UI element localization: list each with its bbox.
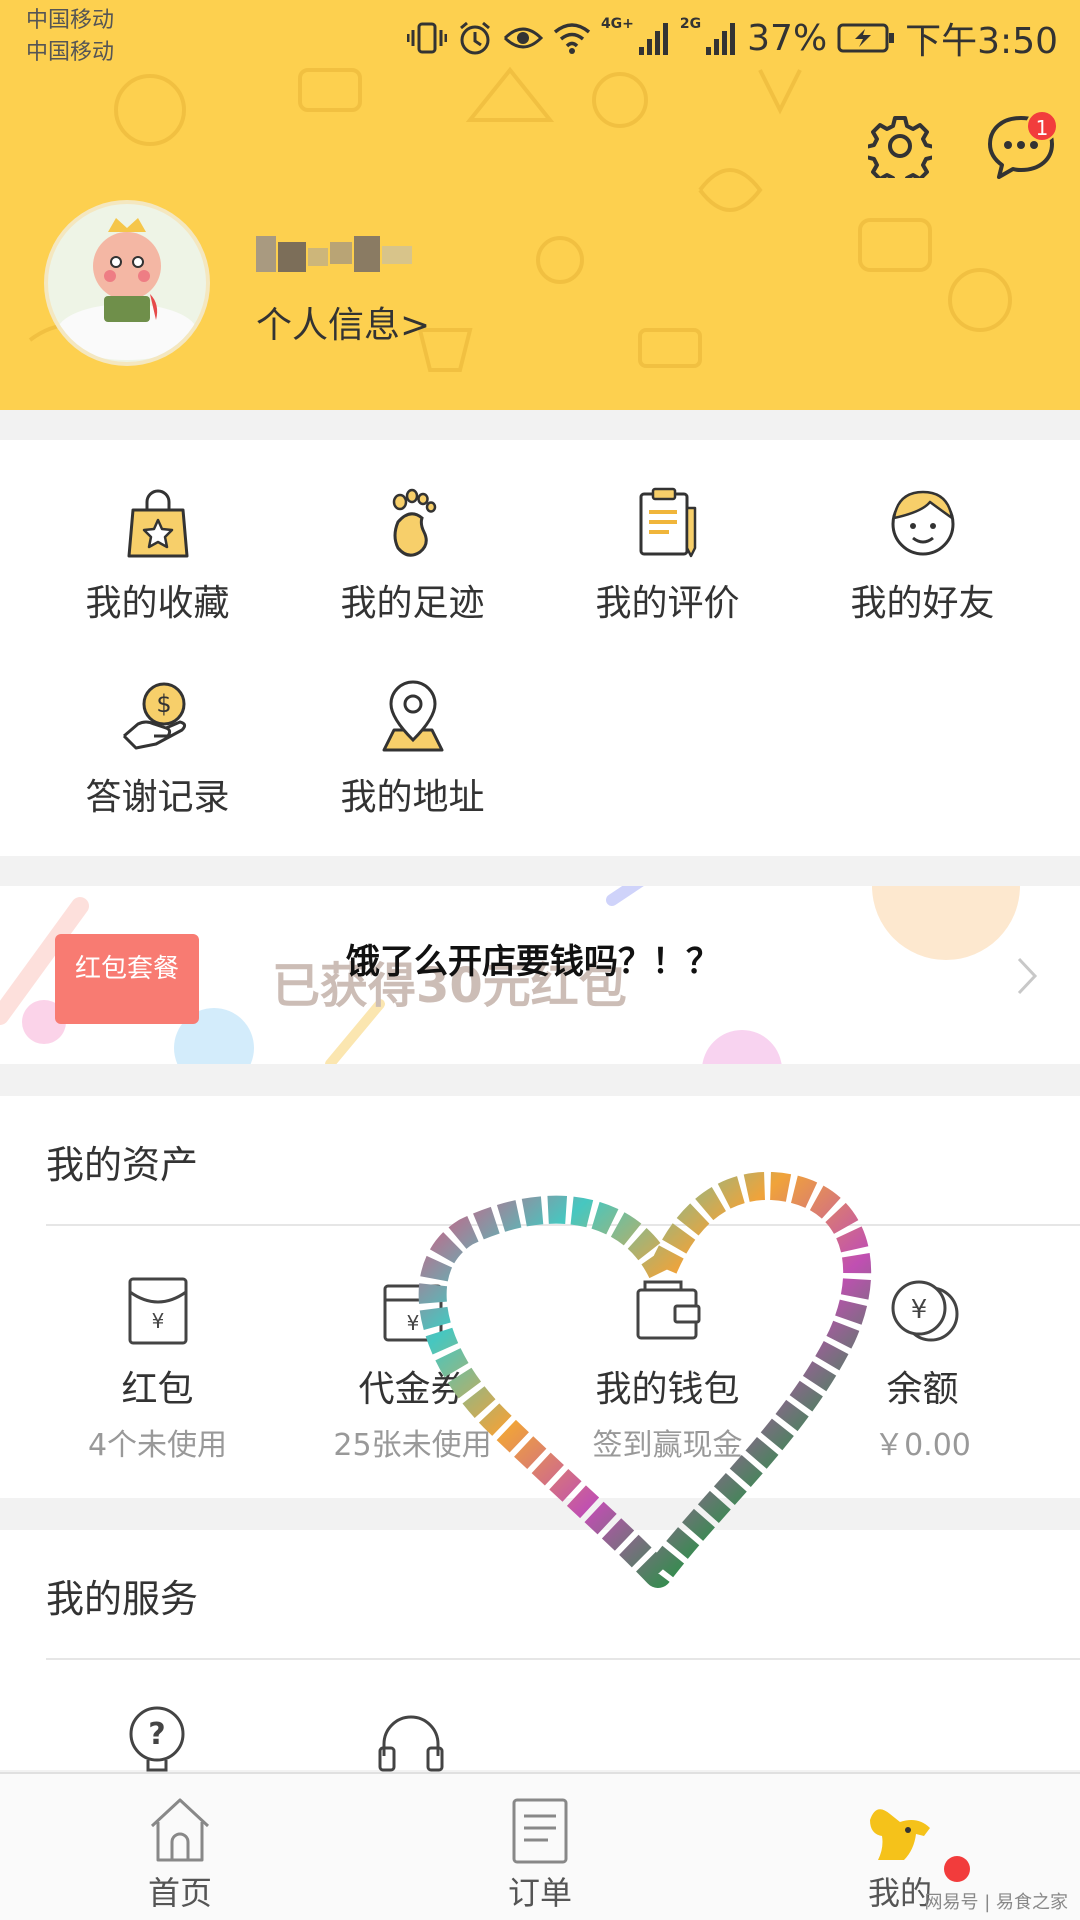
asset-item-red-packet[interactable]: ¥ 红包 4个未使用	[30, 1276, 285, 1464]
tab-home[interactable]: 首页	[80, 1774, 280, 1914]
quick-item-label: 我的好友	[850, 583, 995, 624]
clock: 下午3:50	[905, 21, 1058, 62]
quick-item-favorites[interactable]: 我的收藏	[30, 486, 285, 626]
promo-tag: 红包套餐	[55, 934, 199, 1024]
mascot-icon	[870, 1809, 930, 1860]
network-type-2: 2G	[679, 16, 702, 32]
quick-item-label: 我的收藏	[85, 583, 230, 624]
battery-percent: 37%	[747, 17, 828, 59]
quick-item-label: 我的评价	[595, 583, 740, 624]
services-divider	[46, 1658, 1080, 1660]
carrier-label-2: 中国移动	[26, 40, 115, 65]
vibrate-icon	[406, 22, 447, 54]
heart-overlay-graphic	[418, 1171, 872, 1588]
avatar[interactable]	[44, 200, 210, 366]
location-pin-icon	[382, 680, 443, 752]
red-packet-icon: ¥	[128, 1277, 187, 1345]
overlay-headline: 饿了么开店要钱吗？！？	[346, 942, 720, 982]
quick-item-footprints[interactable]: 我的足迹	[285, 486, 540, 626]
battery-charging-icon	[837, 23, 895, 53]
chevron-right-icon[interactable]	[1016, 956, 1038, 996]
svg-text:¥: ¥	[910, 1295, 927, 1325]
notification-dot	[944, 1856, 970, 1882]
tab-label: 首页	[147, 1874, 212, 1912]
services-section-title: 我的服务	[46, 1577, 199, 1621]
smiley-face-icon	[891, 490, 954, 556]
message-count-badge: 1	[1026, 110, 1058, 142]
profile-info-link[interactable]: 个人信息>	[256, 296, 430, 348]
svg-text:?: ?	[148, 1717, 165, 1752]
wifi-icon	[553, 23, 591, 54]
asset-item-sub: 4个未使用	[87, 1428, 228, 1463]
bag-star-icon	[127, 489, 188, 558]
hand-coin-icon: $	[122, 682, 186, 750]
carrier-label-1: 中国移动	[26, 8, 115, 33]
help-icon[interactable]: ?	[126, 1706, 188, 1772]
avatar-cartoon-image	[57, 218, 197, 360]
status-icons: 4G+ 2G 37% 下午3:50	[406, 14, 1058, 62]
quick-item-friends[interactable]: 我的好友	[795, 486, 1050, 626]
username-mosaic	[256, 236, 412, 272]
bottom-tab-bar: 首页 订单 我的	[0, 1772, 1080, 1920]
quick-item-address[interactable]: 我的地址	[285, 680, 540, 820]
footprint-icon	[392, 488, 436, 557]
alarm-icon	[459, 21, 490, 55]
signal-icon-1	[638, 23, 668, 55]
order-list-icon	[512, 1798, 568, 1864]
home-icon	[150, 1798, 210, 1862]
headset-icon[interactable]	[376, 1710, 446, 1772]
network-type-1: 4G+	[600, 16, 634, 32]
tab-orders[interactable]: 订单	[440, 1774, 640, 1914]
assets-section-title: 我的资产	[46, 1143, 199, 1187]
tab-label: 订单	[507, 1874, 572, 1912]
quick-item-label: 我的足迹	[340, 583, 485, 624]
quick-item-label: 我的地址	[340, 777, 485, 818]
svg-text:¥: ¥	[151, 1309, 164, 1333]
eye-comfort-icon	[503, 27, 543, 49]
watermark: 网易号 | 易食之家	[924, 1892, 1068, 1913]
quick-item-thanks-records[interactable]: $ 答谢记录	[30, 680, 285, 820]
svg-text:$: $	[156, 690, 171, 718]
quick-item-label: 答谢记录	[85, 777, 230, 818]
asset-item-label: 红包	[121, 1369, 194, 1410]
status-bar: 中国移动 中国移动 4G+ 2G 37% 下午3:50	[0, 0, 1080, 80]
profile-header: 中国移动 中国移动 4G+ 2G 37% 下午3:50 1 个人信息>	[0, 0, 1080, 410]
clipboard-pen-icon	[639, 487, 696, 558]
yen-coin-icon: ¥	[891, 1280, 958, 1342]
signal-icon-2	[706, 23, 736, 55]
quick-item-reviews[interactable]: 我的评价	[540, 486, 795, 626]
settings-gear-icon[interactable]	[868, 114, 932, 178]
